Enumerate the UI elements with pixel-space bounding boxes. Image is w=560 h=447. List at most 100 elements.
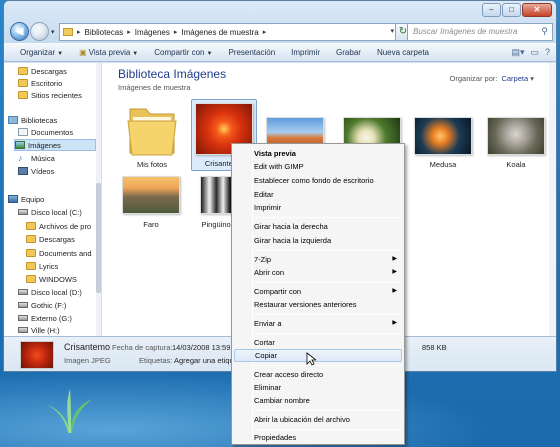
menu-item-girar-derecha[interactable]: Girar hacia la derecha bbox=[234, 220, 402, 233]
menu-item-editar[interactable]: Editar bbox=[234, 188, 402, 201]
menu-item-copiar[interactable]: Copiar bbox=[234, 349, 402, 362]
nav-scrollbar[interactable] bbox=[96, 63, 101, 336]
menu-separator bbox=[254, 365, 402, 366]
nav-item-equipo[interactable]: Equipo bbox=[8, 193, 100, 205]
nav-item-label: Imágenes bbox=[28, 140, 61, 150]
window-controls: – □ ✕ bbox=[482, 3, 552, 17]
menu-item-restaurar-versiones[interactable]: Restaurar versiones anteriores bbox=[234, 298, 402, 311]
menu-separator bbox=[254, 250, 402, 251]
maximize-button[interactable]: □ bbox=[502, 3, 521, 17]
view-options-icon[interactable]: ▤▾ bbox=[511, 47, 524, 58]
details-file-type: Imagen JPEG bbox=[64, 356, 111, 365]
nav-item-imagenes[interactable]: Imágenes bbox=[14, 139, 96, 151]
preview-button[interactable]: ▣ Vista previa ▼ bbox=[71, 48, 146, 57]
breadcrumb-bibliotecas[interactable]: Bibliotecas bbox=[85, 28, 124, 37]
nav-item-documents-and-settings[interactable]: Documents and bbox=[26, 247, 96, 259]
menu-item-propiedades[interactable]: Propiedades bbox=[234, 431, 402, 444]
title-bar: – □ ✕ ◀ ▶ ▾ ▸ Bibliotecas ▸ Imágenes ▸ I… bbox=[4, 1, 556, 43]
nav-item-windows[interactable]: WINDOWS bbox=[26, 273, 96, 285]
slideshow-button[interactable]: Presentación bbox=[220, 48, 283, 57]
menu-item-girar-izquierda[interactable]: Girar hacia la izquierda bbox=[234, 234, 402, 247]
mouse-cursor-icon bbox=[306, 352, 316, 366]
details-size-value: 858 KB bbox=[422, 343, 447, 352]
menu-item-cambiar-nombre[interactable]: Cambiar nombre bbox=[234, 394, 402, 407]
folder-icon bbox=[26, 275, 36, 283]
menu-item-abrir-con[interactable]: Abrir con ▶ bbox=[234, 266, 402, 279]
content-scrollbar[interactable] bbox=[549, 63, 556, 336]
folder-icon bbox=[18, 79, 28, 87]
menu-item-cortar[interactable]: Cortar bbox=[234, 336, 402, 349]
menu-item-abrir-ubicacion[interactable]: Abrir la ubicación del archivo bbox=[234, 413, 402, 426]
disk-icon bbox=[18, 209, 28, 215]
thumbnail-mis-fotos[interactable]: Mis fotos bbox=[122, 101, 182, 171]
help-icon[interactable]: ? bbox=[545, 47, 550, 58]
close-button[interactable]: ✕ bbox=[522, 3, 552, 17]
nav-item-archivos-de-programa[interactable]: Archivos de pro bbox=[26, 220, 96, 232]
nav-item-label: Vídeos bbox=[31, 166, 55, 176]
breadcrumb-imagenes[interactable]: Imágenes bbox=[135, 28, 170, 37]
details-date-value[interactable]: 14/03/2008 13:59 bbox=[172, 343, 230, 352]
thumbnail-medusa[interactable]: Medusa bbox=[414, 117, 472, 173]
print-button[interactable]: Imprimir bbox=[283, 48, 328, 57]
chevron-down-icon[interactable]: ▾ bbox=[528, 74, 534, 83]
menu-item-imprimir[interactable]: Imprimir bbox=[234, 201, 402, 214]
menu-separator bbox=[254, 429, 402, 430]
nav-item-bibliotecas[interactable]: Bibliotecas bbox=[8, 114, 100, 126]
forward-button[interactable]: ▶ bbox=[30, 22, 49, 41]
recent-pages-dropdown[interactable]: ▾ bbox=[51, 28, 55, 36]
folder-icon bbox=[63, 28, 73, 36]
nav-item-lyrics[interactable]: Lyrics bbox=[26, 260, 96, 272]
koala-image bbox=[487, 117, 545, 155]
address-bar[interactable]: ▸ Bibliotecas ▸ Imágenes ▸ Imágenes de m… bbox=[59, 23, 399, 41]
thumbnail-faro[interactable]: Faro bbox=[122, 176, 180, 232]
navigation-pane: Descargas Escritorio Sitios recientes Bi… bbox=[4, 63, 101, 336]
folder-icon bbox=[26, 235, 36, 243]
burn-button[interactable]: Grabar bbox=[328, 48, 369, 57]
new-folder-button[interactable]: Nueva carpeta bbox=[369, 48, 437, 57]
search-input[interactable]: Buscar Imágenes de muestra ⚲ bbox=[407, 23, 553, 41]
menu-item-edit-with-gimp[interactable]: Edit with GIMP bbox=[234, 160, 402, 173]
nav-item-label: Ville (H:) bbox=[31, 325, 60, 335]
menu-item-eliminar[interactable]: Eliminar bbox=[234, 381, 402, 394]
details-tags-value[interactable]: Agregar una etique bbox=[174, 356, 238, 365]
chevron-right-icon: ▸ bbox=[127, 29, 131, 36]
menu-item-crear-acceso-directo[interactable]: Crear acceso directo bbox=[234, 368, 402, 381]
nav-item-label: Descargas bbox=[39, 234, 75, 244]
menu-separator bbox=[254, 314, 402, 315]
menu-item-label: Compartir con bbox=[254, 287, 302, 296]
chevron-down-icon[interactable]: ▾ bbox=[390, 27, 394, 35]
nav-item-label: Archivos de pro bbox=[39, 221, 92, 231]
submenu-arrow-icon: ▶ bbox=[392, 288, 397, 294]
menu-item-7zip[interactable]: 7-Zip ▶ bbox=[234, 253, 402, 266]
desktop-plant-decoration bbox=[48, 389, 92, 433]
music-icon: ♪ bbox=[18, 153, 23, 163]
menu-item-label: Abrir con bbox=[254, 268, 285, 277]
search-placeholder: Buscar Imágenes de muestra bbox=[413, 27, 518, 36]
arrange-by-dropdown[interactable]: Carpeta bbox=[501, 74, 528, 83]
minimize-button[interactable]: – bbox=[482, 3, 501, 17]
menu-separator bbox=[254, 410, 402, 411]
organize-button[interactable]: Organizar ▼ bbox=[12, 48, 71, 57]
command-bar: Organizar ▼ ▣ Vista previa ▼ Compartir con ▼… bbox=[4, 43, 556, 62]
thumbnail-koala[interactable]: Koala bbox=[487, 117, 545, 173]
chevron-right-icon: ▸ bbox=[173, 29, 178, 36]
disk-icon bbox=[18, 289, 28, 295]
menu-item-compartir-con[interactable]: Compartir con ▶ bbox=[234, 285, 402, 298]
menu-item-enviar-a[interactable]: Enviar a ▶ bbox=[234, 317, 402, 330]
thumbnail-label: Koala bbox=[506, 160, 526, 169]
nav-item-descargas-c[interactable]: Descargas bbox=[26, 233, 96, 245]
context-menu: Vista previa Edit with GIMP Establecer c… bbox=[231, 143, 405, 445]
menu-item-establecer-fondo[interactable]: Establecer como fondo de escritorio bbox=[234, 174, 402, 187]
menu-item-vista-previa[interactable]: Vista previa bbox=[234, 147, 402, 160]
breadcrumb-imagenes-de-muestra[interactable]: Imágenes de muestra bbox=[181, 28, 258, 37]
share-button[interactable]: Compartir con ▼ bbox=[146, 48, 220, 57]
preview-pane-icon[interactable]: ▭ bbox=[530, 47, 539, 58]
back-button[interactable]: ◀ bbox=[10, 22, 29, 41]
nav-scrollbar-thumb[interactable] bbox=[96, 183, 101, 293]
folder-icon bbox=[26, 249, 36, 257]
toolbar-right: ▤▾ ▭ ? bbox=[511, 47, 550, 58]
chevron-down-icon: ▼ bbox=[57, 51, 64, 57]
nav-item-label: Disco local (D:) bbox=[31, 287, 82, 297]
submenu-arrow-icon: ▶ bbox=[392, 320, 397, 326]
submenu-arrow-icon: ▶ bbox=[392, 256, 397, 262]
